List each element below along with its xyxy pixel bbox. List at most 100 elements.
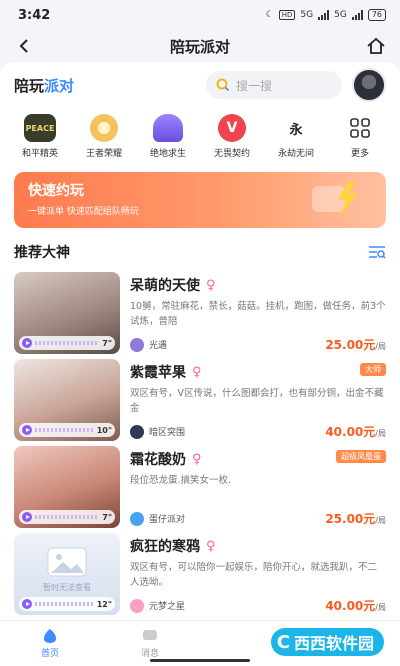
network-type-1: 5G: [300, 10, 314, 20]
moon-icon: ☾: [265, 10, 274, 20]
message-icon: [143, 630, 157, 640]
tab-label: 首页: [40, 649, 59, 659]
play-icon: [22, 512, 32, 522]
home-button[interactable]: [364, 34, 388, 58]
lightning-icon: [312, 182, 358, 216]
game-item-more[interactable]: 更多: [334, 114, 386, 164]
player-desc: 双区有号，可以陪你一起娱乐，陪你开心，就选我趴，不二人选呦。: [130, 562, 378, 588]
voice-intro[interactable]: 7": [19, 336, 115, 350]
game-item-valorant[interactable]: V 无畏契约: [206, 114, 258, 164]
page-title: 陪玩派对: [169, 37, 230, 56]
home-icon: [367, 37, 385, 54]
female-icon: ♀: [192, 451, 202, 467]
player-info: 紫霞苹果 ♀ 大师 双区有号，V区传说，什么图都会打，也有部分铜，出金不藏金 暗区…: [120, 359, 386, 446]
waveform-icon: [35, 515, 100, 519]
pubg-helmet-icon: [153, 114, 183, 142]
list-item[interactable]: 7" 呆萌的天使 ♀ 10舅，常驻麻花，禁长，菇菇。挂机，跑图，做任务，前3个试炼…: [0, 272, 400, 359]
female-icon: ♀: [206, 277, 216, 293]
list-item[interactable]: 10" 紫霞苹果 ♀ 大师 双区有号，V区传说，什么图都会打，也有部分铜，出金不藏…: [0, 359, 400, 446]
game-item-peace-elite[interactable]: PEACE 和平精英: [14, 114, 66, 164]
honor-of-kings-icon: [90, 114, 118, 142]
player-name: 疯狂的寒鸦: [130, 539, 200, 555]
play-icon: [22, 599, 32, 609]
player-info: 疯狂的寒鸦 ♀ 双区有号，可以陪你一起娱乐，陪你开心，就选我趴，不二人选呦。 元梦…: [120, 533, 386, 620]
list-item[interactable]: 7" 霜花酸奶 ♀ 超级凤凰蛋 段位恐龙蛋.搞笑女一枚. 蛋仔派对 25.00元/…: [0, 446, 400, 533]
nav-bar: 陪玩派对: [0, 30, 400, 62]
network-hd-badge: HD: [278, 10, 296, 20]
waveform-icon: [35, 602, 94, 606]
search-icon: [216, 78, 230, 92]
voice-duration: 7": [102, 512, 112, 522]
status-time: 3:42: [18, 7, 51, 23]
game-name: 光遇: [149, 341, 168, 351]
back-button[interactable]: [12, 34, 36, 58]
game-category-list: PEACE 和平精英 王者荣耀 绝地求生 V 无畏契约 永 永劫无间 更多: [0, 108, 400, 164]
game-icon: [130, 511, 144, 526]
site-watermark: C 西西软件园: [270, 628, 384, 656]
player-desc: 双区有号，V区传说，什么图都会打，也有部分铜，出金不藏金: [130, 388, 384, 414]
image-placeholder-icon: [47, 547, 87, 577]
player-name: 霜花酸奶: [130, 452, 186, 468]
peace-elite-icon: PEACE: [24, 114, 56, 142]
game-item-pubg[interactable]: 绝地求生: [142, 114, 194, 164]
status-icons: ☾ HD 5G 5G 76: [266, 9, 386, 21]
voice-intro[interactable]: 7": [19, 510, 115, 524]
game-icon: [130, 337, 144, 352]
signal-icon-2: [351, 10, 363, 20]
status-bar: 3:42 ☾ HD 5G 5G 76: [0, 0, 400, 30]
filter-list-icon[interactable]: [368, 245, 386, 259]
voice-intro[interactable]: 10": [19, 423, 115, 437]
game-label: 和平精英: [21, 149, 58, 159]
naraka-icon: 永: [289, 122, 303, 138]
voice-duration: 7": [102, 338, 112, 348]
player-name: 紫霞苹果: [130, 365, 186, 381]
player-info: 霜花酸奶 ♀ 超级凤凰蛋 段位恐龙蛋.搞笑女一枚. 蛋仔派对 25.00元/局: [120, 446, 386, 533]
player-info: 呆萌的天使 ♀ 10舅，常驻麻花，禁长，菇菇。挂机，跑图，做任务，前3个试炼，普陪…: [120, 272, 386, 359]
grid-more-icon: [344, 114, 376, 142]
game-icon: [130, 598, 144, 613]
game-label: 更多: [350, 149, 369, 159]
player-list: 7" 呆萌的天使 ♀ 10舅，常驻麻花，禁长，菇菇。挂机，跑图，做任务，前3个试炼…: [0, 272, 400, 620]
list-item[interactable]: 暂时无法查看 12" 疯狂的寒鸦 ♀ 双区有号，可以陪你一起娱乐，陪你开心，就选我…: [0, 533, 400, 620]
player-name: 呆萌的天使: [130, 278, 200, 294]
player-desc: 段位恐龙蛋.搞笑女一枚.: [130, 475, 232, 486]
player-photo: 暂时无法查看 12": [14, 533, 120, 615]
search-input[interactable]: 搜一搜: [206, 71, 342, 99]
home-indicator: [150, 659, 250, 662]
price: 25.00元/局: [325, 512, 386, 526]
quick-match-banner[interactable]: 快速约玩 一键派单 快速匹配组队畅玩: [14, 172, 386, 228]
price: 25.00元/局: [325, 338, 386, 352]
section-header: 推荐大神: [0, 232, 400, 272]
watermark-c-icon: C: [276, 631, 290, 653]
battery-icon: 76: [367, 9, 386, 21]
home-tab-icon: [44, 629, 56, 643]
unavailable-text: 暂时无法查看: [43, 583, 91, 593]
chevron-left-icon: [19, 39, 28, 53]
voice-intro[interactable]: 12": [19, 597, 115, 611]
tab-home[interactable]: 首页: [0, 621, 100, 666]
price: 40.00元/局: [325, 425, 386, 439]
game-item-honor-of-kings[interactable]: 王者荣耀: [78, 114, 130, 164]
player-photo: 7": [14, 272, 120, 354]
game-icon: [130, 424, 144, 439]
game-label: 永劫无间: [277, 149, 314, 159]
player-photo: 7": [14, 446, 120, 528]
voice-duration: 12": [96, 599, 112, 609]
brand-row: 陪玩派对 搜一搜: [0, 62, 400, 108]
game-name: 蛋仔派对: [149, 515, 186, 525]
network-type-2: 5G: [334, 10, 347, 20]
game-item-naraka[interactable]: 永 永劫无间: [270, 114, 322, 164]
section-title: 推荐大神: [14, 245, 70, 261]
game-name: 暗区突围: [149, 428, 186, 438]
game-label: 王者荣耀: [85, 149, 122, 159]
player-desc: 10舅，常驻麻花，禁长，菇菇。挂机，跑图，做任务，前3个试炼，普陪: [130, 301, 386, 327]
avatar[interactable]: [352, 68, 386, 102]
price: 40.00元/局: [325, 599, 386, 613]
waveform-icon: [35, 428, 94, 432]
rank-badge: 超级凤凰蛋: [336, 450, 386, 463]
rank-badge: 大师: [360, 363, 386, 376]
game-name: 元梦之星: [149, 602, 186, 612]
voice-duration: 10": [96, 425, 112, 435]
tab-label: 消息: [140, 649, 159, 659]
play-icon: [22, 338, 32, 348]
